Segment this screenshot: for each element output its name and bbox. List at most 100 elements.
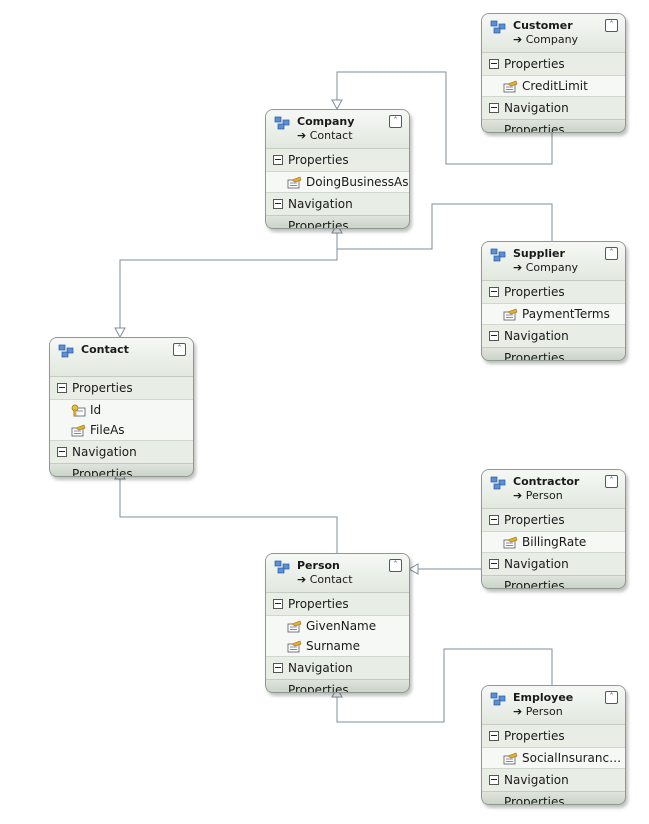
entity-header[interactable]: Customer ➔ Company ˄ [482,14,625,53]
entity-icon [274,116,290,130]
property-list: DoingBusinessAs [266,171,409,193]
entity-base-type: ➔ Person [513,489,563,502]
navigation-section-header[interactable]: Navigation Properties [266,657,409,692]
collapse-icon[interactable]: ˄ [605,691,618,704]
entity-employee[interactable]: Employee ➔ Person ˄ Properties SocialInsuran… [481,685,626,805]
entity-header[interactable]: Company ➔ Contact ˄ [266,110,409,149]
property-list: BillingRate [482,531,625,553]
collapse-minus-icon[interactable] [273,599,283,609]
property-list: Id FileAs [50,399,193,441]
property-icon [503,535,518,549]
properties-section-header[interactable]: Properties [482,509,625,531]
collapse-minus-icon[interactable] [489,775,499,785]
collapse-minus-icon[interactable] [489,103,499,113]
collapse-icon[interactable]: ˄ [389,559,402,572]
property-list: SocialInsurance... [482,747,625,769]
properties-section-header[interactable]: Properties [266,149,409,171]
entity-icon [58,344,74,358]
collapse-icon[interactable]: ˄ [389,115,402,128]
entity-name: Customer [513,19,573,32]
entity-name: Person [297,559,340,572]
properties-label: Properties [288,153,349,167]
property-item[interactable]: FileAs [50,420,193,440]
entity-name: Contractor [513,475,580,488]
properties-section-header[interactable]: Properties [266,593,409,615]
properties-label: Properties [288,597,349,611]
collapse-minus-icon[interactable] [273,199,283,209]
property-item[interactable]: PaymentTerms [482,304,625,324]
property-name: FileAs [90,423,125,437]
collapse-minus-icon[interactable] [489,731,499,741]
navigation-section-header[interactable]: Navigation Properties [266,193,409,228]
collapse-icon[interactable]: ˄ [173,343,186,356]
collapse-minus-icon[interactable] [57,447,67,457]
entity-name: Contact [81,343,129,356]
property-list: CreditLimit [482,75,625,97]
property-item[interactable]: Id [50,400,193,420]
navigation-properties-label: Navigation Properties [504,329,569,361]
collapse-minus-icon[interactable] [57,383,67,393]
entity-person[interactable]: Person ➔ Contact ˄ Properties GivenName Surna… [265,553,410,693]
property-name: GivenName [306,619,377,633]
navigation-properties-label: Navigation Properties [504,101,569,133]
collapse-icon[interactable]: ˄ [605,247,618,260]
property-name: CreditLimit [522,79,588,93]
property-item[interactable]: CreditLimit [482,76,625,96]
entity-supplier[interactable]: Supplier ➔ Company ˄ Properties PaymentTerms… [481,241,626,361]
collapse-icon[interactable]: ˄ [605,475,618,488]
entity-company[interactable]: Company ➔ Contact ˄ Properties DoingBusiness… [265,109,410,229]
entity-header[interactable]: Contractor ➔ Person ˄ [482,470,625,509]
navigation-properties-label: Navigation Properties [504,773,569,805]
entity-header[interactable]: Employee ➔ Person ˄ [482,686,625,725]
property-item[interactable]: Surname [266,636,409,656]
property-icon [287,639,302,653]
arrowhead-company-top [331,99,343,111]
properties-section-header[interactable]: Properties [50,377,193,399]
collapse-minus-icon[interactable] [489,331,499,341]
entity-icon [490,692,506,706]
property-name: PaymentTerms [522,307,610,321]
collapse-minus-icon[interactable] [273,155,283,165]
entity-icon [490,20,506,34]
entity-header[interactable]: Person ➔ Contact ˄ [266,554,409,593]
properties-section-header[interactable]: Properties [482,725,625,747]
property-item[interactable]: GivenName [266,616,409,636]
property-icon [287,175,302,189]
navigation-section-header[interactable]: Navigation Properties [482,97,625,132]
key-property-icon [71,403,86,417]
entity-header[interactable]: Contact ˄ [50,338,193,377]
entity-contact[interactable]: Contact ˄ Properties Id FileAs Navigation Pro… [49,337,194,477]
collapse-minus-icon[interactable] [489,559,499,569]
collapse-minus-icon[interactable] [489,59,499,69]
collapse-minus-icon[interactable] [273,663,283,673]
property-item[interactable]: DoingBusinessAs [266,172,409,192]
entity-name: Company [297,115,355,128]
properties-label: Properties [504,729,565,743]
property-name: DoingBusinessAs [306,175,409,189]
collapse-minus-icon[interactable] [489,515,499,525]
navigation-section-header[interactable]: Navigation Properties [50,441,193,476]
entity-base-type: ➔ Contact [297,573,353,586]
entity-base-type: ➔ Contact [297,129,353,142]
property-item[interactable]: SocialInsurance... [482,748,625,768]
navigation-properties-label: Navigation Properties [72,445,137,477]
navigation-section-header[interactable]: Navigation Properties [482,553,625,588]
collapse-icon[interactable]: ˄ [605,19,618,32]
property-icon [503,79,518,93]
collapse-minus-icon[interactable] [489,287,499,297]
property-item[interactable]: BillingRate [482,532,625,552]
property-list: GivenName Surname [266,615,409,657]
navigation-section-header[interactable]: Navigation Properties [482,769,625,804]
entity-header[interactable]: Supplier ➔ Company ˄ [482,242,625,281]
property-name: SocialInsurance... [522,751,625,765]
properties-section-header[interactable]: Properties [482,53,625,75]
navigation-properties-label: Navigation Properties [504,557,569,589]
entity-base-type: ➔ Person [513,705,563,718]
entity-icon [490,248,506,262]
properties-section-header[interactable]: Properties [482,281,625,303]
entity-customer[interactable]: Customer ➔ Company ˄ Properties CreditLimit N… [481,13,626,133]
navigation-section-header[interactable]: Navigation Properties [482,325,625,360]
entity-contractor[interactable]: Contractor ➔ Person ˄ Properties BillingRate… [481,469,626,589]
navigation-properties-label: Navigation Properties [288,661,353,693]
entity-base-type: ➔ Company [513,33,579,46]
